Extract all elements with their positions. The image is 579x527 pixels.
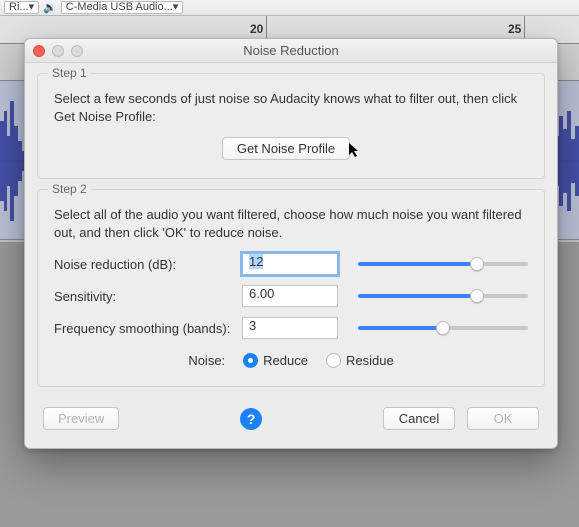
dialog-title: Noise Reduction xyxy=(243,43,338,58)
freq-smoothing-row: Frequency smoothing (bands): 3 xyxy=(54,317,528,339)
cancel-button[interactable]: Cancel xyxy=(383,407,455,430)
radio-checked-icon xyxy=(243,353,258,368)
step2-group: Step 2 Select all of the audio you want … xyxy=(37,189,545,387)
toolbar-dropdown-1[interactable]: Ri... ▾ xyxy=(4,1,39,14)
sensitivity-slider[interactable] xyxy=(358,294,528,298)
step2-legend: Step 2 xyxy=(48,182,91,196)
noise-mode-row: Noise: Reduce Residue xyxy=(54,353,528,368)
step2-instructions: Select all of the audio you want filtere… xyxy=(54,206,528,241)
speaker-icon: 🔉 xyxy=(43,1,57,14)
sensitivity-label: Sensitivity: xyxy=(54,289,242,304)
get-noise-profile-button[interactable]: Get Noise Profile xyxy=(222,137,350,160)
ruler-tick-25: 25 xyxy=(508,22,521,36)
step1-instructions: Select a few seconds of just noise so Au… xyxy=(54,90,528,125)
app-toolbar: Ri... ▾ 🔉 C-Media USB Audio... ▾ xyxy=(0,0,579,16)
noise-mode-label: Noise: xyxy=(188,353,225,368)
step1-group: Step 1 Select a few seconds of just nois… xyxy=(37,73,545,179)
help-button[interactable]: ? xyxy=(240,408,262,430)
noise-reduction-input[interactable]: 12 xyxy=(242,253,338,275)
freq-smoothing-slider[interactable] xyxy=(358,326,528,330)
noise-reduction-slider[interactable] xyxy=(358,262,528,266)
ruler-tick-20: 20 xyxy=(250,22,263,36)
freq-smoothing-label: Frequency smoothing (bands): xyxy=(54,321,242,336)
cursor-icon xyxy=(348,142,360,158)
noise-reduction-dialog: Noise Reduction Step 1 Select a few seco… xyxy=(24,38,558,449)
zoom-icon xyxy=(71,45,83,57)
dialog-footer: Preview ? Cancel OK xyxy=(25,393,557,448)
freq-smoothing-input[interactable]: 3 xyxy=(242,317,338,339)
sensitivity-row: Sensitivity: 6.00 xyxy=(54,285,528,307)
close-icon[interactable] xyxy=(33,45,45,57)
residue-radio[interactable]: Residue xyxy=(326,353,394,368)
minimize-icon xyxy=(52,45,64,57)
ok-button[interactable]: OK xyxy=(467,407,539,430)
radio-unchecked-icon xyxy=(326,353,341,368)
toolbar-dropdown-2[interactable]: C-Media USB Audio... ▾ xyxy=(61,1,184,14)
noise-reduction-row: Noise reduction (dB): 12 xyxy=(54,253,528,275)
reduce-radio[interactable]: Reduce xyxy=(243,353,308,368)
preview-button[interactable]: Preview xyxy=(43,407,119,430)
sensitivity-input[interactable]: 6.00 xyxy=(242,285,338,307)
step1-legend: Step 1 xyxy=(48,66,91,80)
dialog-titlebar[interactable]: Noise Reduction xyxy=(25,39,557,63)
noise-reduction-label: Noise reduction (dB): xyxy=(54,257,242,272)
